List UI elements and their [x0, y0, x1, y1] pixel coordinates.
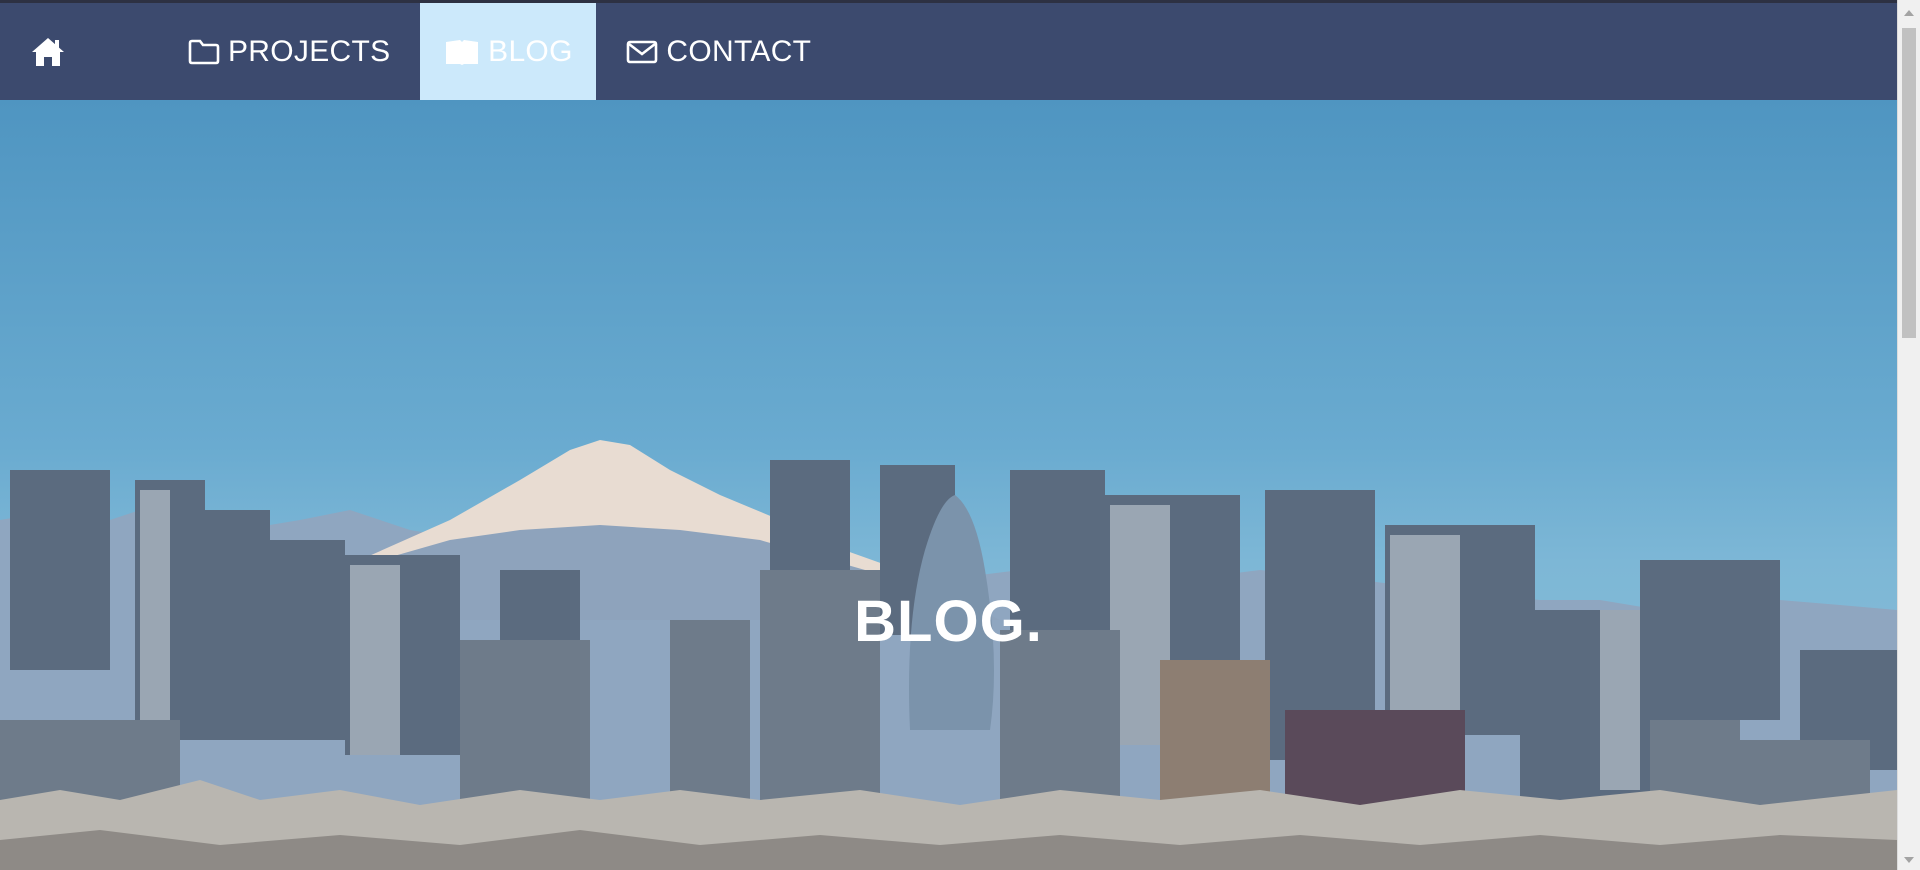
tokyo-skyline-image — [0, 440, 1897, 870]
scroll-up-arrow-icon[interactable] — [1898, 3, 1920, 23]
nav-blog-label: BLOG — [488, 34, 573, 68]
home-icon — [30, 36, 66, 68]
hero-banner: BLOG. — [0, 100, 1897, 870]
nav-contact[interactable]: CONTACT — [596, 3, 841, 100]
nav-home[interactable] — [0, 3, 98, 100]
book-icon — [444, 38, 480, 66]
folder-icon — [188, 39, 220, 65]
envelope-icon — [626, 39, 658, 65]
hero-title: BLOG. — [854, 589, 1043, 654]
nav-projects[interactable]: PROJECTS — [98, 3, 420, 100]
nav-blog[interactable]: BLOG — [420, 3, 597, 100]
scroll-down-arrow-icon[interactable] — [1898, 850, 1920, 870]
nav-projects-label: PROJECTS — [228, 34, 391, 68]
scrollbar-thumb[interactable] — [1902, 28, 1916, 338]
nav-contact-label: CONTACT — [666, 34, 812, 68]
main-navbar: PROJECTS BLOG CONTACT — [0, 3, 1897, 100]
vertical-scrollbar[interactable] — [1897, 0, 1920, 870]
